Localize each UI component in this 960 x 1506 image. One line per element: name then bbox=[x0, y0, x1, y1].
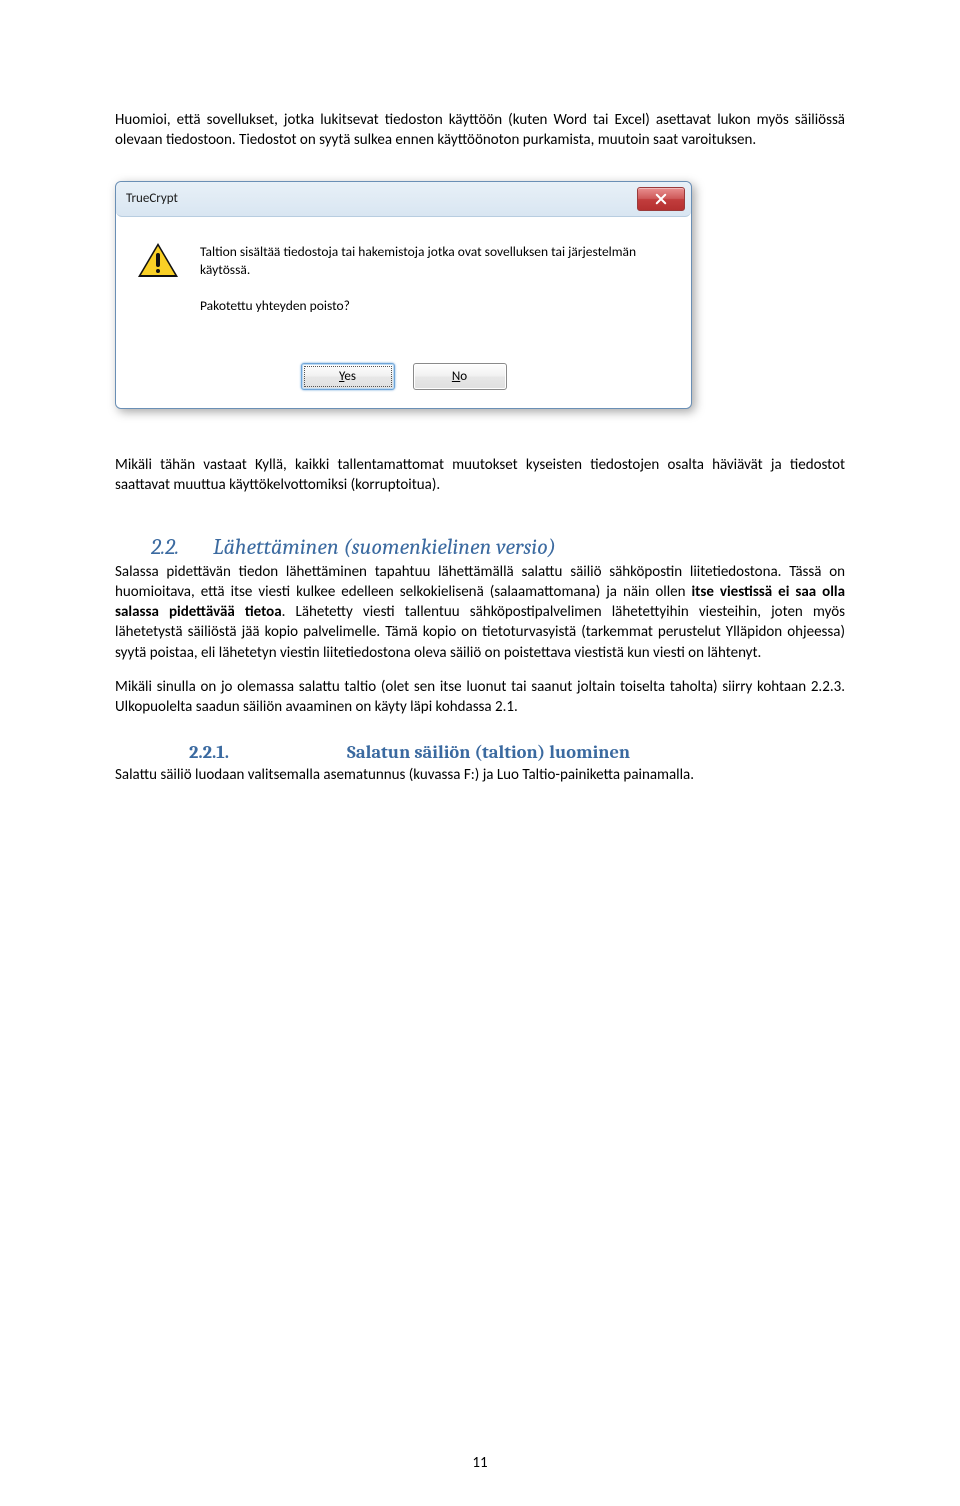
dialog-no-button[interactable]: No bbox=[413, 363, 507, 390]
page-number: 11 bbox=[0, 1454, 960, 1472]
dialog-no-rest: o bbox=[460, 369, 467, 384]
section-2-2-1-number: 2.2.1. bbox=[189, 741, 347, 763]
warning-icon bbox=[138, 243, 178, 279]
dialog-message-line2: Pakotettu yhteyden poisto? bbox=[200, 297, 669, 315]
close-icon bbox=[655, 193, 667, 205]
section-2-2-paragraph-1: Salassa pidettävän tiedon lähettäminen t… bbox=[115, 562, 845, 663]
dialog-message-line1: Taltion sisältää tiedostoja tai hakemist… bbox=[200, 243, 669, 279]
after-dialog-paragraph: Mikäli tähän vastaat Kyllä, kaikki talle… bbox=[115, 455, 845, 496]
section-2-2-heading: 2.2. Lähettäminen (suomenkielinen versio) bbox=[151, 534, 845, 560]
dialog-yes-rest: es bbox=[344, 369, 356, 384]
truecrypt-dialog: TrueCrypt Taltion sisältää tiedostoja ta… bbox=[115, 181, 692, 410]
section-2-2-title: Lähettäminen (suomenkielinen versio) bbox=[213, 534, 556, 560]
section-2-2-1-paragraph: Salattu säiliö luodaan valitsemalla asem… bbox=[115, 765, 845, 785]
dialog-close-button[interactable] bbox=[637, 187, 685, 211]
section-2-2-1-heading: 2.2.1.Salatun säiliön (taltion) luominen bbox=[189, 741, 845, 763]
section-2-2-number: 2.2. bbox=[151, 534, 179, 560]
dialog-no-mnemonic: N bbox=[452, 369, 460, 384]
dialog-title: TrueCrypt bbox=[122, 191, 178, 206]
dialog-yes-button[interactable]: Yes bbox=[301, 363, 395, 390]
intro-paragraph: Huomioi, että sovellukset, jotka lukitse… bbox=[115, 110, 845, 151]
section-2-2-paragraph-2: Mikäli sinulla on jo olemassa salattu ta… bbox=[115, 677, 845, 718]
section-2-2-1-title: Salatun säiliön (taltion) luominen bbox=[347, 741, 630, 763]
